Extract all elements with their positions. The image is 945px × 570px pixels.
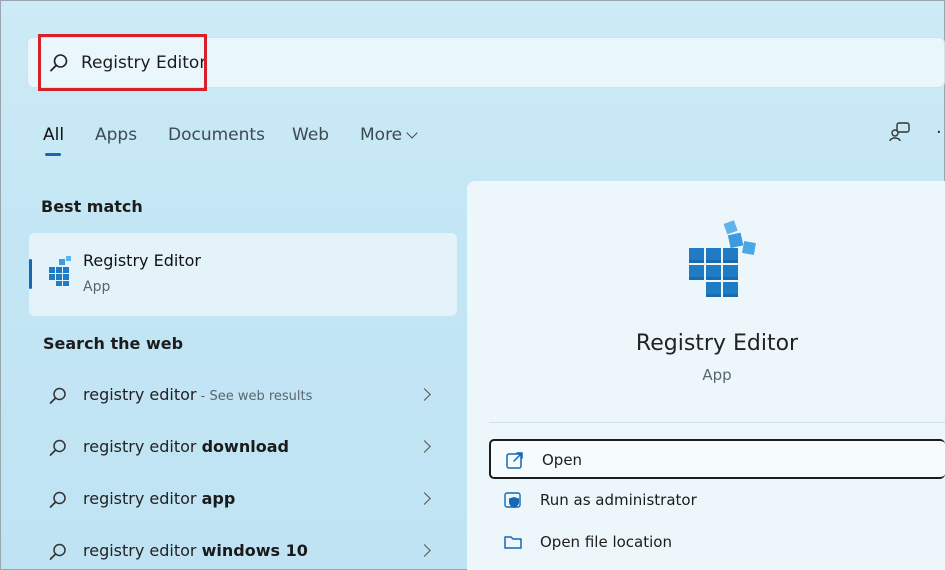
divider xyxy=(489,422,945,423)
selection-indicator xyxy=(29,259,32,289)
chevron-right-icon xyxy=(418,492,431,505)
feedback-icon[interactable] xyxy=(888,120,912,144)
search-icon xyxy=(49,543,66,560)
web-result-item[interactable]: registry editor windows 10 xyxy=(29,529,457,570)
web-result-item[interactable]: registry editor download xyxy=(29,425,457,469)
best-match-card[interactable] xyxy=(29,233,457,316)
search-web-heading: Search the web xyxy=(43,334,184,353)
web-result-text: registry editor windows 10 xyxy=(83,541,308,560)
more-options-icon[interactable]: · xyxy=(936,122,943,143)
open-button[interactable]: Open xyxy=(489,439,945,479)
open-external-icon xyxy=(506,452,523,469)
tab-documents[interactable]: Documents xyxy=(168,123,265,147)
registry-editor-large-icon xyxy=(689,220,756,297)
tab-more[interactable]: More xyxy=(360,123,418,147)
chevron-right-icon xyxy=(418,388,431,401)
detail-subtitle: App xyxy=(702,366,732,384)
detail-title: Registry Editor xyxy=(635,331,799,356)
folder-icon xyxy=(504,536,522,549)
web-result-item[interactable]: registry editor app xyxy=(29,477,457,521)
search-icon xyxy=(49,439,66,456)
best-match-subtitle: App xyxy=(83,279,111,295)
open-label: Open xyxy=(542,451,583,469)
web-result-item[interactable]: registry editor - See web results xyxy=(29,373,457,417)
best-match-title: Registry Editor xyxy=(83,251,201,270)
open-file-location-label: Open file location xyxy=(540,533,672,551)
chevron-right-icon xyxy=(418,440,431,453)
search-highlight-box xyxy=(38,34,207,91)
chevron-down-icon xyxy=(406,127,418,139)
run-as-admin-button[interactable]: Run as administrator xyxy=(489,481,945,521)
tab-active-indicator xyxy=(45,153,61,156)
shield-icon xyxy=(504,492,521,508)
search-icon xyxy=(49,491,66,508)
open-file-location-button[interactable]: Open file location xyxy=(489,523,945,563)
web-result-text: registry editor download xyxy=(83,437,289,456)
tab-all[interactable]: All xyxy=(43,123,64,147)
web-result-text: registry editor - See web results xyxy=(83,385,313,404)
best-match-heading: Best match xyxy=(41,197,143,216)
chevron-right-icon xyxy=(418,544,431,557)
registry-editor-icon xyxy=(49,256,71,286)
tab-web[interactable]: Web xyxy=(292,123,329,147)
tab-more-label: More xyxy=(360,125,403,145)
web-result-text: registry editor app xyxy=(83,489,236,508)
search-icon xyxy=(49,387,66,404)
tab-apps[interactable]: Apps xyxy=(95,123,137,147)
run-as-admin-label: Run as administrator xyxy=(540,491,697,509)
